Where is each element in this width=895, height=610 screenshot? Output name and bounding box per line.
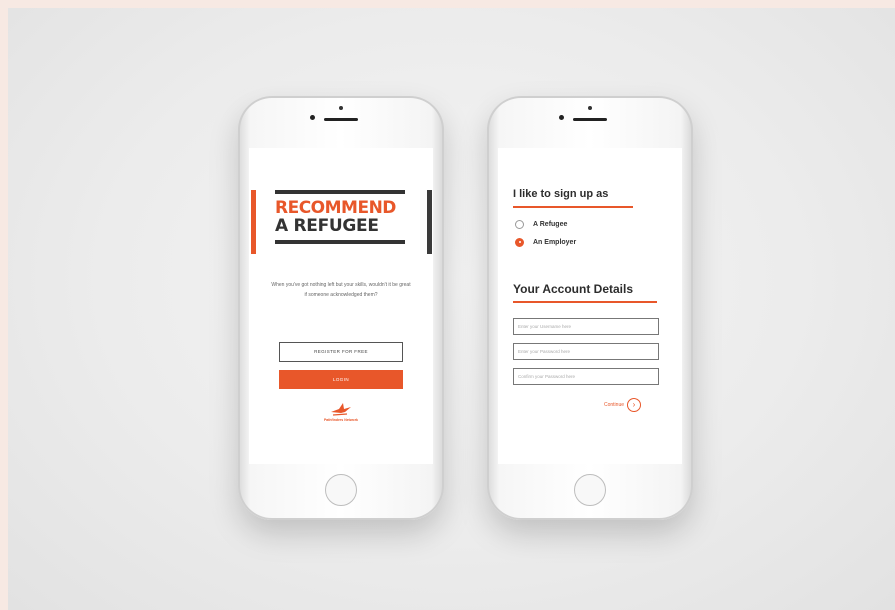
logo-stripe-bottom — [275, 240, 405, 244]
phone-left: RECOMMEND A REFUGEE When you've got noth… — [238, 96, 444, 520]
earpiece-speaker — [573, 118, 607, 121]
signup-screen: I like to sign up as A Refugee An Employ… — [498, 148, 682, 464]
logo-line2: A REFUGEE — [275, 216, 379, 236]
option-refugee[interactable]: A Refugee — [515, 218, 567, 230]
tagline: When you've got nothing left but your sk… — [271, 282, 411, 298]
front-camera — [559, 115, 564, 120]
option-label: An Employer — [533, 238, 577, 246]
chevron-right-icon[interactable]: › — [627, 398, 642, 412]
signup-heading: I like to sign up as — [513, 188, 609, 200]
heading-underline — [513, 206, 633, 208]
logo-stripe-top — [275, 190, 405, 194]
continue-label: Continue — [604, 402, 625, 408]
app-logo: RECOMMEND A REFUGEE — [275, 190, 405, 244]
continue-button[interactable]: Continue › — [604, 398, 642, 412]
confirm-password-field[interactable]: Confirm your Password here — [513, 368, 659, 385]
account-heading: Your Account Details — [513, 282, 634, 296]
front-camera — [310, 115, 315, 120]
option-employer[interactable]: An Employer — [515, 236, 576, 248]
accent-bar-right — [427, 190, 432, 254]
landing-screen: RECOMMEND A REFUGEE When you've got noth… — [249, 148, 433, 464]
accent-bar-left — [251, 190, 256, 254]
radio-unchecked-icon[interactable] — [515, 219, 524, 229]
home-button[interactable] — [574, 474, 606, 506]
home-button[interactable] — [325, 474, 357, 506]
login-button[interactable]: LOGIN — [279, 370, 403, 389]
earpiece-speaker — [324, 118, 358, 121]
register-button[interactable]: REGISTER FOR FREE — [279, 342, 403, 362]
phone-right: I like to sign up as A Refugee An Employ… — [487, 96, 693, 520]
option-label: A Refugee — [533, 220, 568, 228]
backdrop — [8, 8, 895, 610]
front-sensor — [339, 106, 343, 110]
logo-line1: RECOMMEND — [275, 198, 396, 218]
radio-checked-icon[interactable] — [515, 237, 524, 247]
password-field[interactable]: Enter your Password here — [513, 343, 659, 360]
username-field[interactable]: Enter your Username here — [513, 318, 659, 335]
heading-underline — [513, 301, 657, 303]
brand-name: Pathfinders Network — [323, 418, 359, 422]
front-sensor — [588, 106, 592, 110]
